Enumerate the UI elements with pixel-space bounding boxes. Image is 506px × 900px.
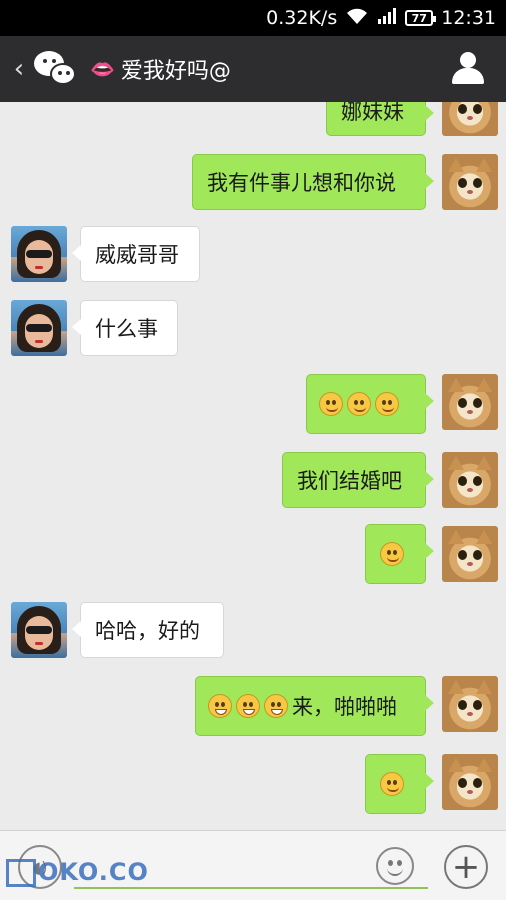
message-text: 威威哥哥 (95, 243, 179, 267)
message-text: 来，啪啪啪 (292, 695, 397, 719)
more-plus-icon[interactable]: + (444, 845, 488, 889)
back-icon[interactable]: ‹ (4, 54, 34, 84)
message-bubble[interactable]: 我有件事儿想和你说 (192, 154, 434, 210)
status-bar: 0.32K/s 77 12:31 (0, 0, 506, 36)
smirk-emoji-icon (319, 392, 343, 416)
my-avatar[interactable] (442, 374, 498, 430)
my-avatar[interactable] (442, 102, 498, 136)
contact-avatar[interactable] (11, 300, 67, 356)
contact-avatar[interactable] (11, 602, 67, 658)
my-avatar[interactable] (442, 452, 498, 508)
message-text: 我们结婚吧 (297, 469, 402, 493)
my-avatar[interactable] (442, 154, 498, 210)
lips-icon: 👄 (90, 57, 115, 81)
message-bubble[interactable]: 我们结婚吧 (282, 452, 434, 508)
message-text: 哈哈，好的 (95, 619, 200, 643)
message-bubble[interactable]: 什么事 (72, 300, 178, 356)
grin-emoji-icon (264, 694, 288, 718)
wechat-logo-icon[interactable] (34, 49, 80, 89)
my-avatar[interactable] (442, 676, 498, 732)
clock: 12:31 (441, 7, 496, 29)
message-bubble[interactable]: 哈哈，好的 (72, 602, 224, 658)
message-bubble[interactable] (365, 524, 434, 584)
message-bubble[interactable]: 来，啪啪啪 (195, 676, 434, 736)
message-text: 什么事 (95, 317, 158, 341)
wifi-icon (345, 7, 369, 30)
message-text: 我有件事儿想和你说 (207, 171, 396, 195)
message-input[interactable] (74, 887, 428, 889)
message-bubble[interactable]: 娜妹妹 (326, 102, 434, 136)
message-bubble[interactable] (306, 374, 434, 434)
network-speed: 0.32K/s (266, 7, 338, 29)
message-bubble[interactable] (365, 754, 434, 814)
battery-icon: 77 (405, 10, 437, 26)
watermark-logo: OKO.CO (6, 858, 149, 887)
grin-emoji-icon (236, 694, 260, 718)
message-list[interactable]: 娜妹妹 我有件事儿想和你说 威威哥哥 什么事 我们结婚吧 哈哈，好的 来，啪啪啪 (0, 102, 506, 830)
profile-icon[interactable] (450, 50, 486, 88)
my-avatar[interactable] (442, 526, 498, 582)
my-avatar[interactable] (442, 754, 498, 810)
grin-emoji-icon (208, 694, 232, 718)
emoji-button-icon[interactable] (376, 847, 414, 885)
chat-title: 爱我好吗@ (120, 59, 231, 84)
signal-icon (377, 7, 397, 30)
contact-avatar[interactable] (11, 226, 67, 282)
smirk-emoji-icon (347, 392, 371, 416)
message-text: 娜妹妹 (341, 102, 404, 124)
smirk-emoji-icon (375, 392, 399, 416)
message-bubble[interactable]: 威威哥哥 (72, 226, 200, 282)
smile-emoji-icon (380, 542, 404, 566)
chat-header: ‹ 👄 爱我好吗@ (0, 36, 506, 102)
wink-emoji-icon (380, 772, 404, 796)
